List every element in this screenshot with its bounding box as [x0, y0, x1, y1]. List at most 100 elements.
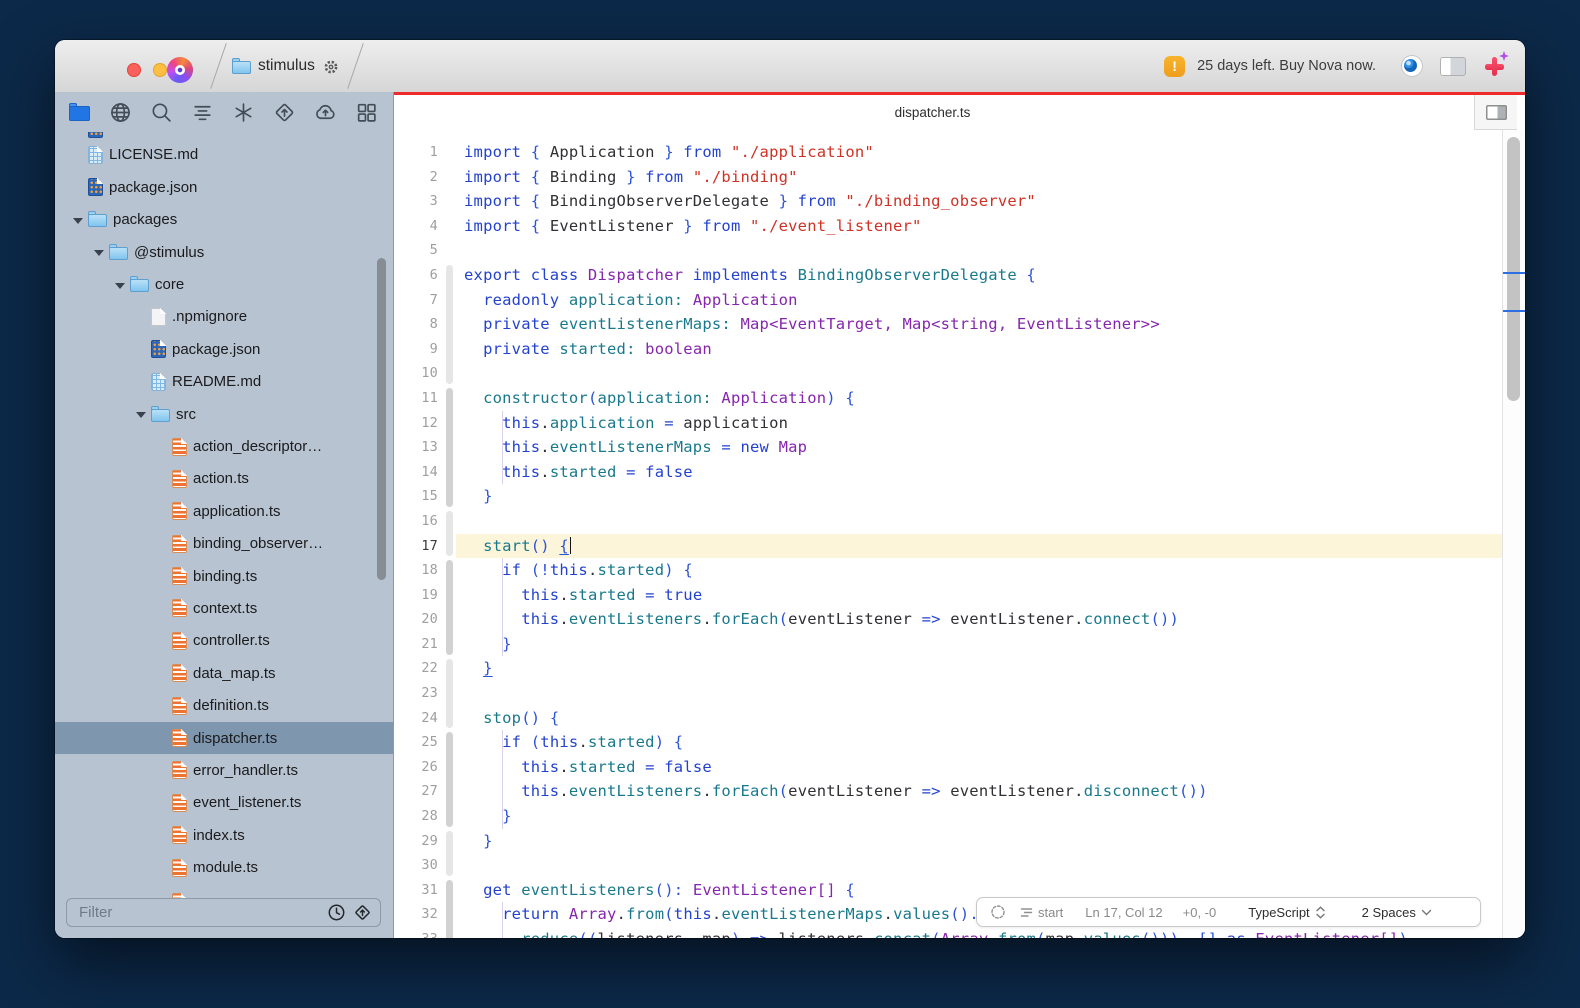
tree-item-index-ts[interactable]: index.ts	[55, 819, 393, 851]
code-line[interactable]: 14 this.started = false	[394, 460, 1503, 485]
tree-item-context-ts[interactable]: context.ts	[55, 592, 393, 624]
code-line[interactable]: 20 this.eventListeners.forEach(eventList…	[394, 607, 1503, 632]
line-number: 17	[394, 534, 438, 559]
tree-item-src[interactable]: src	[55, 398, 393, 430]
tree-item-data-map-ts[interactable]: data_map.ts	[55, 657, 393, 689]
symbol-path[interactable]: start	[1020, 905, 1063, 920]
files-icon[interactable]	[66, 99, 92, 125]
tree-item--npmignore[interactable]: .npmignore	[55, 301, 393, 333]
code-text: constructor(application: Application) {	[464, 389, 855, 407]
preview-eye-icon[interactable]	[1401, 55, 1423, 77]
extensions-grid-icon[interactable]	[354, 99, 380, 125]
line-number: 5	[394, 238, 438, 263]
tree-item-action-descriptor-[interactable]: action_descriptor…	[55, 430, 393, 462]
disclosure-triangle-icon[interactable]	[88, 243, 109, 261]
remote-globe-icon[interactable]	[107, 99, 133, 125]
tree-item-label: LICENSE.md	[109, 146, 198, 163]
tree-item--stimulus[interactable]: @stimulus	[55, 236, 393, 268]
code-line[interactable]: 15 }	[394, 484, 1503, 509]
new-item-plus-icon[interactable]	[1483, 54, 1507, 78]
code-line[interactable]: 22 }	[394, 656, 1503, 681]
tree-item-core[interactable]: core	[55, 268, 393, 300]
editor-scrollbar[interactable]	[1502, 130, 1525, 938]
code-line[interactable]: 21 }	[394, 632, 1503, 657]
filter-field[interactable]	[66, 898, 381, 927]
tree-item-action-ts[interactable]: action.ts	[55, 463, 393, 495]
md-file-icon	[151, 373, 166, 391]
tree-item-error-handler-ts[interactable]: error_handler.ts	[55, 754, 393, 786]
target-crosshair-icon[interactable]	[990, 904, 1006, 920]
minimize-button[interactable]	[153, 63, 167, 77]
publish-cloud-icon[interactable]	[313, 99, 339, 125]
code-text: }	[464, 832, 493, 850]
close-button[interactable]	[127, 63, 141, 77]
disclosure-triangle-icon[interactable]	[67, 211, 88, 229]
tree-item-application-ts[interactable]: application.ts	[55, 495, 393, 527]
search-icon[interactable]	[148, 99, 174, 125]
code-line[interactable]: 6export class Dispatcher implements Bind…	[394, 263, 1503, 288]
recent-clock-icon[interactable]	[327, 903, 346, 922]
line-number: 23	[394, 681, 438, 706]
source-control-filter-icon[interactable]	[353, 903, 372, 922]
trial-notice[interactable]: 25 days left. Buy Nova now.	[1197, 58, 1376, 74]
code-line[interactable]: 3import { BindingObserverDelegate } from…	[394, 189, 1503, 214]
split-editor-button[interactable]	[1474, 95, 1517, 130]
code-line[interactable]: 11 constructor(application: Application)…	[394, 386, 1503, 411]
disclosure-triangle-icon[interactable]	[130, 405, 151, 423]
tree-item-module-ts[interactable]: module.ts	[55, 851, 393, 883]
project-tab[interactable]: stimulus	[232, 40, 340, 92]
code-line[interactable]: 5	[394, 238, 1503, 263]
code-line[interactable]: 29 }	[394, 829, 1503, 854]
code-line[interactable]: 19 this.started = true	[394, 583, 1503, 608]
code-line[interactable]: 30	[394, 853, 1503, 878]
code-line[interactable]: 27 this.eventListeners.forEach(eventList…	[394, 779, 1503, 804]
code-line[interactable]: 25 if (this.started) {	[394, 730, 1503, 755]
disclosure-triangle-icon[interactable]	[109, 276, 130, 294]
tree-item-controller-ts[interactable]: controller.ts	[55, 625, 393, 657]
code-line[interactable]: 33 reduce((listeners, map) => listeners.…	[394, 927, 1503, 938]
code-line[interactable]: 23	[394, 681, 1503, 706]
tree-item-package-json[interactable]: package.json	[55, 333, 393, 365]
line-number: 4	[394, 214, 438, 239]
code-line[interactable]: 4import { EventListener } from "./event_…	[394, 214, 1503, 239]
split-window-icon[interactable]	[1440, 57, 1466, 76]
tree-item-package-json[interactable]: package.json	[55, 171, 393, 203]
indentation-selector[interactable]: 2 Spaces	[1362, 905, 1432, 920]
tree-item-label: definition.ts	[193, 697, 269, 714]
tree-item-dispatcher-ts[interactable]: dispatcher.ts	[55, 722, 393, 754]
code-line[interactable]: 18 if (!this.started) {	[394, 558, 1503, 583]
code-line[interactable]: 17 start() {	[394, 534, 1503, 559]
line-number: 14	[394, 460, 438, 485]
tree-item-definition-ts[interactable]: definition.ts	[55, 689, 393, 721]
code-line[interactable]: 24 stop() {	[394, 706, 1503, 731]
symbols-icon[interactable]	[189, 99, 215, 125]
tree-item-event-listener-ts[interactable]: event_listener.ts	[55, 787, 393, 819]
editor-scrollbar-thumb[interactable]	[1507, 137, 1520, 401]
code-line[interactable]: 26 this.started = false	[394, 755, 1503, 780]
sidebar-scrollbar[interactable]	[377, 258, 386, 580]
tree-item-license-md[interactable]: LICENSE.md	[55, 139, 393, 171]
gear-icon[interactable]	[322, 58, 340, 76]
code-line[interactable]: 28 }	[394, 804, 1503, 829]
code-line[interactable]: 16	[394, 509, 1503, 534]
tree-item-packages[interactable]: packages	[55, 204, 393, 236]
code-line[interactable]: 12 this.application = application	[394, 411, 1503, 436]
code-line[interactable]: 1import { Application } from "./applicat…	[394, 140, 1503, 165]
code-area[interactable]: 1import { Application } from "./applicat…	[394, 130, 1503, 938]
language-selector[interactable]: TypeScript	[1248, 905, 1325, 920]
code-line[interactable]: 10	[394, 361, 1503, 386]
code-line[interactable]: 9 private started: boolean	[394, 337, 1503, 362]
tree-item-readme-md[interactable]: README.md	[55, 366, 393, 398]
tree-item-binding-observer-[interactable]: binding_observer…	[55, 527, 393, 559]
code-line[interactable]: 2import { Binding } from "./binding"	[394, 165, 1503, 190]
snippets-asterisk-icon[interactable]	[231, 99, 257, 125]
line-number: 3	[394, 189, 438, 214]
filter-input[interactable]	[77, 903, 327, 922]
source-control-icon[interactable]	[272, 99, 298, 125]
cursor-position[interactable]: Ln 17, Col 12	[1085, 905, 1162, 920]
code-line[interactable]: 8 private eventListenerMaps: Map<EventTa…	[394, 312, 1503, 337]
code-line[interactable]: 13 this.eventListenerMaps = new Map	[394, 435, 1503, 460]
code-line[interactable]: 7 readonly application: Application	[394, 288, 1503, 313]
tree-item-binding-ts[interactable]: binding.ts	[55, 560, 393, 592]
file-tree-rows: LICENSE.mdpackage.jsonpackages@stimulusc…	[55, 132, 393, 884]
